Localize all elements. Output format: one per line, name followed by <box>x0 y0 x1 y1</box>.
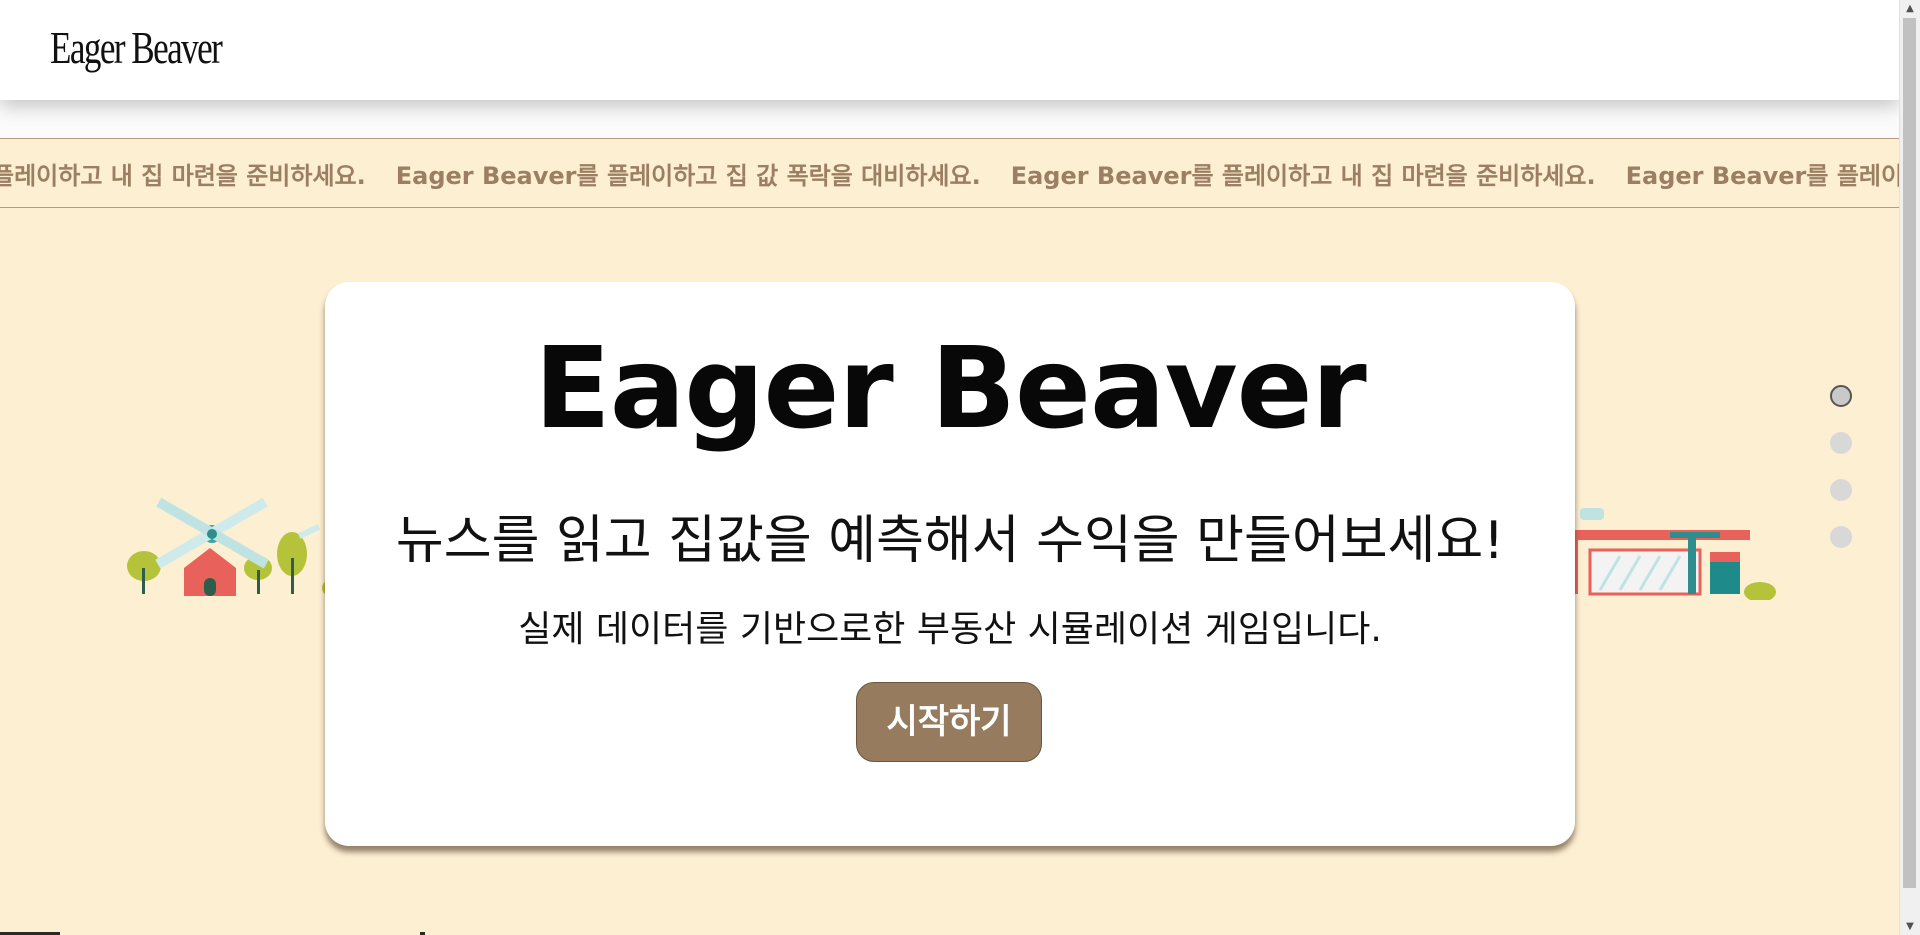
marquee-item: Eager Beaver를 플레이하고 집 값 폭락을 대비하세요. <box>395 161 981 190</box>
gas-station-icon <box>1560 500 1780 602</box>
hero-subtitle: 뉴스를 읽고 집값을 예측해서 수익을 만들어보세요! <box>395 511 1505 571</box>
vertical-scrollbar[interactable]: ▲ ▼ <box>1899 0 1920 935</box>
scroll-up-arrow-icon[interactable]: ▲ <box>1900 0 1920 17</box>
scroll-thumb[interactable] <box>1903 18 1916 888</box>
page-dot-1[interactable] <box>1830 385 1852 407</box>
start-button[interactable]: 시작하기 <box>856 682 1042 762</box>
page-dot-3[interactable] <box>1830 479 1852 501</box>
windmill-farm-icon <box>120 488 340 598</box>
marquee-track: 플레이하고 내 집 마련을 준비하세요. Eager Beaver를 플레이하고… <box>0 139 1899 207</box>
header-spacer <box>0 100 1899 138</box>
page-dot-4[interactable] <box>1830 526 1852 548</box>
top-header: Eager Beaver <box>0 0 1899 100</box>
hero-description: 실제 데이터를 기반으로한 부동산 시뮬레이션 게임입니다. <box>518 609 1382 650</box>
hero-title: Eager Beaver <box>534 324 1367 454</box>
announcement-marquee: 플레이하고 내 집 마련을 준비하세요. Eager Beaver를 플레이하고… <box>0 138 1899 208</box>
page-dot-2[interactable] <box>1830 432 1852 454</box>
marquee-item: 플레이하고 내 집 마련을 준비하세요. <box>0 161 366 190</box>
hero-card: Eager Beaver 뉴스를 읽고 집값을 예측해서 수익을 만들어보세요!… <box>325 282 1575 846</box>
marquee-item: Eager Beaver를 플레이하고 내 집 마련을 준비하세요. <box>1010 161 1596 190</box>
page-dots <box>1830 385 1856 573</box>
site-logo[interactable]: Eager Beaver <box>50 22 223 74</box>
page: Eager Beaver 플레이하고 내 집 마련을 준비하세요. Eager … <box>0 0 1920 935</box>
scroll-down-arrow-icon[interactable]: ▼ <box>1900 918 1920 935</box>
marquee-item: Eager Beaver를 플레이하고 집 값 폭락을 대비하세요. <box>1625 161 1899 190</box>
